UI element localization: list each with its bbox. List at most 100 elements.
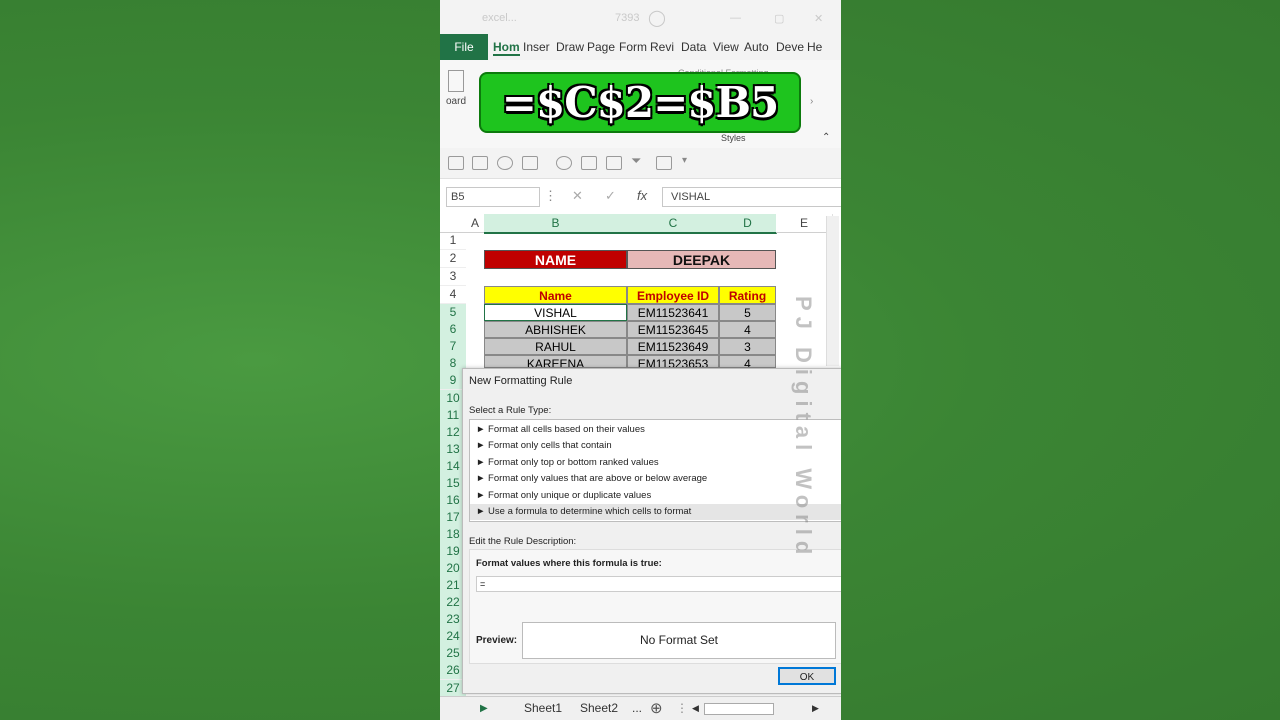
table-cell[interactable]: 3 <box>719 338 776 355</box>
view-icon[interactable] <box>497 156 513 170</box>
column-header-b[interactable]: B <box>484 214 628 234</box>
table-cell[interactable]: EM11523645 <box>627 321 719 338</box>
tab-formulas[interactable]: Form <box>619 40 647 54</box>
table-cell[interactable]: 4 <box>719 321 776 338</box>
chart-icon[interactable] <box>656 156 672 170</box>
banner-formula: =$C$2=$B5 <box>501 78 779 127</box>
minimize-icon[interactable]: — <box>730 12 741 24</box>
row-header[interactable]: 1 <box>440 232 466 250</box>
rule-option[interactable]: ► Format only top or bottom ranked value… <box>470 455 841 471</box>
title-code: 7393 <box>615 12 640 24</box>
tab-review[interactable]: Revi <box>650 40 674 54</box>
formula-input-field[interactable]: = <box>476 576 841 592</box>
tab-draw[interactable]: Draw <box>556 40 584 54</box>
formula-banner: =$C$2=$B5 <box>481 74 799 131</box>
table-cell[interactable]: EM11523653 <box>627 355 719 368</box>
enter-icon[interactable]: ✓ <box>605 188 616 204</box>
rule-option[interactable]: ► Format only values that are above or b… <box>470 471 841 487</box>
rule-option-selected[interactable]: ► Use a formula to determine which cells… <box>470 504 841 520</box>
styles-group-label: Styles <box>721 133 746 143</box>
column-header-a[interactable]: A <box>466 214 485 233</box>
collapse-ribbon-icon[interactable]: ⌃ <box>822 132 830 143</box>
formula-bar: B5 ⋮ ✕ ✓ fx VISHAL <box>440 180 841 212</box>
table-cell[interactable]: RAHUL <box>484 338 627 355</box>
table-icon[interactable] <box>581 156 597 170</box>
rule-description-box: Format values where this formula is true… <box>469 549 841 664</box>
file-title: excel... <box>482 12 517 24</box>
paste-icon[interactable] <box>448 70 464 92</box>
next-sheet-icon[interactable]: ▶ <box>480 703 488 714</box>
select-all[interactable] <box>440 214 467 233</box>
scroll-right-icon[interactable]: ▶ <box>812 703 819 714</box>
borders-icon[interactable] <box>522 156 538 170</box>
rule-option[interactable]: ► Format all cells based on their values <box>470 422 841 438</box>
excel-window: excel... 7393 ◯ — ▢ ✕ Hom Inser Draw Pag… <box>440 0 841 720</box>
tab-view[interactable]: View <box>713 40 739 54</box>
more-sheets-button[interactable]: ... <box>632 701 642 715</box>
header-rating[interactable]: Rating <box>719 286 776 304</box>
tab-page-layout[interactable]: Page <box>587 40 615 54</box>
filter-icon[interactable]: ⏷ <box>631 153 645 168</box>
column-header-c[interactable]: C <box>627 214 720 234</box>
name-label-cell[interactable]: NAME <box>484 250 627 269</box>
dialog-title: New Formatting Rule <box>469 375 573 387</box>
vertical-scrollbar[interactable] <box>826 216 839 366</box>
tab-insert[interactable]: Inser <box>523 40 550 54</box>
insert-function-icon[interactable]: fx <box>637 188 647 203</box>
name-box[interactable]: B5 <box>446 187 540 207</box>
preview-box: No Format Set <box>522 622 836 659</box>
header-name[interactable]: Name <box>484 286 627 304</box>
table-cell[interactable]: EM11523649 <box>627 338 719 355</box>
close-icon[interactable]: ✕ <box>814 12 823 25</box>
ribbon-scroll-icon[interactable]: › <box>810 96 813 107</box>
row-header[interactable]: 4 <box>440 286 466 304</box>
name-value-cell[interactable]: DEEPAK <box>627 250 776 269</box>
sheet-tabs-bar: ▶ Sheet1 Sheet2 ... ⊕ ⋮ ◀ ▶ <box>440 696 841 720</box>
fill-icon[interactable] <box>556 156 572 170</box>
table-cell[interactable]: EM11523641 <box>627 304 719 321</box>
sheet-tab-2[interactable]: Sheet2 <box>580 701 618 715</box>
restore-icon[interactable]: ▢ <box>774 12 784 25</box>
tab-automate[interactable]: Auto <box>744 40 769 54</box>
more-icon[interactable]: ⋮ <box>544 188 557 204</box>
tab-home[interactable]: Hom <box>493 40 520 56</box>
tab-data[interactable]: Data <box>681 40 706 54</box>
table-cell[interactable]: VISHAL <box>484 304 627 321</box>
row-header[interactable]: 5 <box>440 304 466 322</box>
user-icon[interactable]: ◯ <box>648 8 666 28</box>
tab-help[interactable]: He <box>807 40 822 54</box>
camera-icon[interactable] <box>606 156 622 170</box>
scroll-left-icon[interactable]: ◀ <box>692 703 704 714</box>
header-employee-id[interactable]: Employee ID <box>627 286 719 304</box>
rule-type-list[interactable]: ► Format all cells based on their values… <box>469 419 841 522</box>
formula-input[interactable]: VISHAL <box>662 187 841 207</box>
row-header[interactable]: 3 <box>440 268 466 286</box>
column-header-d[interactable]: D <box>719 214 777 234</box>
horizontal-scrollbar[interactable] <box>704 703 774 715</box>
formula-label: Format values where this formula is true… <box>476 558 662 569</box>
customize-qat-icon[interactable]: ▾ <box>682 155 696 167</box>
tabs-separator-icon: ⋮ <box>676 701 688 715</box>
table-cell[interactable]: 5 <box>719 304 776 321</box>
row-header[interactable]: 2 <box>440 250 466 268</box>
ok-button[interactable]: OK <box>778 667 836 685</box>
quick-access-toolbar: ⏷ ▾ <box>440 148 841 179</box>
preview-label: Preview: <box>476 635 518 646</box>
tab-file[interactable]: File <box>440 34 488 60</box>
table-cell[interactable]: ABHISHEK <box>484 321 627 338</box>
row-header[interactable]: 7 <box>440 338 466 356</box>
ribbon-tabs: Hom Inser Draw Page Form Revi Data View … <box>440 34 841 61</box>
cancel-icon[interactable]: ✕ <box>572 188 583 204</box>
row-header[interactable]: 6 <box>440 321 466 339</box>
copy-format-icon[interactable] <box>472 156 488 170</box>
table-cell[interactable]: KAREENA <box>484 355 627 368</box>
form-icon[interactable] <box>448 156 464 170</box>
add-sheet-icon[interactable]: ⊕ <box>650 699 663 717</box>
column-header-e[interactable]: E <box>776 214 833 233</box>
title-bar: excel... 7393 ◯ — ▢ ✕ <box>440 0 841 34</box>
rule-option[interactable]: ► Format only unique or duplicate values <box>470 488 841 504</box>
sheet-tab-1[interactable]: Sheet1 <box>524 701 562 715</box>
tab-developer[interactable]: Deve <box>776 40 804 54</box>
table-cell[interactable]: 4 <box>719 355 776 368</box>
rule-option[interactable]: ► Format only cells that contain <box>470 438 841 454</box>
